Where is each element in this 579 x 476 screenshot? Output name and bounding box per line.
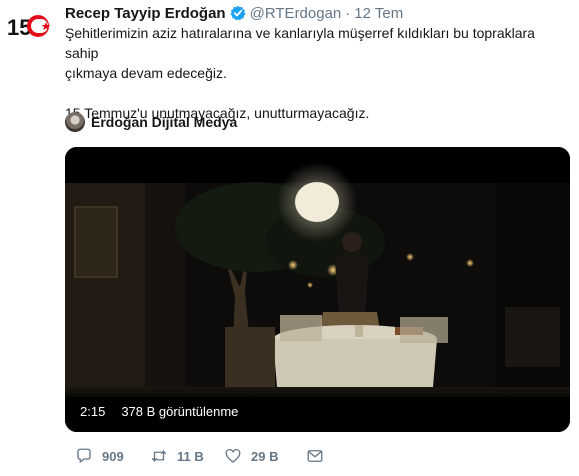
like-button[interactable]: 29 B — [224, 447, 306, 465]
video-duration: 2:15 — [74, 402, 112, 422]
separator-dot: · — [345, 4, 351, 22]
envelope-icon — [307, 450, 323, 462]
channel-avatar — [65, 112, 85, 132]
reply-count: 909 — [102, 448, 124, 464]
retweet-button[interactable]: 11 B — [150, 447, 224, 465]
tweet-actions: 909 11 B 29 B — [75, 446, 324, 466]
reply-icon — [77, 448, 91, 463]
tweet-text-line: çıkmaya devam edeceğiz. — [65, 65, 227, 81]
tweet-text-line: Şehitlerimizin aziz hatıralarına ve kanl… — [65, 25, 535, 61]
video-player[interactable]: 2:15 378 B görüntülenme — [65, 147, 570, 432]
tweet-header: Recep Tayyip Erdoğan @RTErdogan · 12 Tem — [65, 3, 403, 23]
direct-message-button[interactable] — [306, 447, 324, 465]
author-avatar[interactable]: 15 — [6, 8, 52, 48]
video-thumbnail — [65, 147, 570, 432]
video-channel[interactable]: Erdoğan Dijital Medya — [65, 112, 237, 132]
tweet-timestamp[interactable]: 12 Tem — [354, 5, 403, 22]
tweet: 15 Recep Tayyip Erdoğan @RTErdogan · 12 … — [0, 0, 579, 476]
tweet-text: Şehitlerimizin aziz hatıralarına ve kanl… — [65, 23, 570, 123]
heart-icon — [225, 448, 241, 463]
channel-name[interactable]: Erdoğan Dijital Medya — [91, 114, 237, 130]
retweet-icon — [151, 450, 167, 462]
like-count: 29 B — [251, 448, 279, 464]
retweet-count: 11 B — [177, 448, 204, 464]
verified-badge-icon — [230, 5, 246, 21]
author-handle[interactable]: @RTErdogan — [250, 5, 342, 22]
video-info: 2:15 378 B görüntülenme — [74, 402, 245, 422]
reply-button[interactable]: 909 — [75, 447, 150, 465]
video-view-count: 378 B görüntülenme — [115, 402, 245, 422]
author-name[interactable]: Recep Tayyip Erdoğan — [65, 5, 226, 22]
fifteen-july-logo-icon: 15 — [7, 15, 51, 40]
